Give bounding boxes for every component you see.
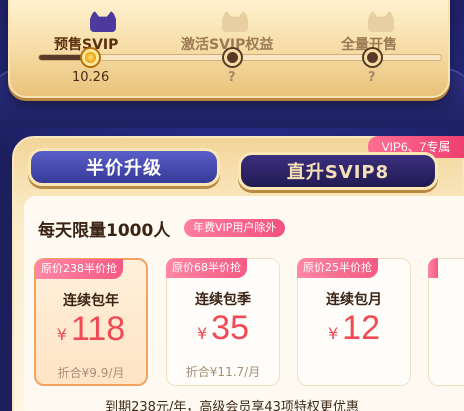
- price-value: 35: [211, 309, 249, 347]
- step-date-unknown: ?: [228, 70, 236, 85]
- plan-name: 连续包年: [63, 293, 119, 309]
- monthly-equivalent: 折合¥11.7/月: [185, 365, 261, 379]
- progress-node: [224, 49, 241, 66]
- currency-symbol: ¥: [327, 324, 339, 343]
- plan-name: 连续包季: [195, 292, 251, 308]
- tab-half-price-upgrade[interactable]: 半价升级: [28, 148, 220, 186]
- plan-name: 连续包月: [326, 292, 382, 308]
- currency-symbol: ¥: [196, 324, 208, 343]
- monthly-equivalent: 折合¥9.9/月: [57, 366, 125, 380]
- cat-ears-icon: [222, 10, 248, 32]
- original-price-badge: [428, 258, 438, 278]
- presale-progress-card: 预售SVIP 激活SVIP权益 全量开售 10.26 ? ?: [8, 0, 450, 98]
- original-price-badge: 原价238半价抢: [35, 259, 123, 279]
- cat-ears-icon: [90, 10, 116, 32]
- cat-ears-icon: [368, 10, 394, 32]
- plan-card-next[interactable]: [428, 258, 464, 386]
- original-price-badge: 原价25半价抢: [297, 258, 378, 278]
- step-date: 10.26: [72, 70, 110, 85]
- plan-price: ¥35: [167, 309, 279, 348]
- annual-vip-excluded-badge: 年费VIP用户除外: [184, 219, 286, 237]
- renewal-note: 到期238元/年，高级会员享43项特权更优惠: [105, 400, 359, 411]
- plan-card-quarterly[interactable]: 原价68半价抢 连续包季 ¥35 折合¥11.7/月: [166, 258, 280, 386]
- step-date-unknown: ?: [368, 70, 376, 85]
- original-price-badge: 原价68半价抢: [166, 258, 247, 278]
- price-value: 12: [342, 309, 380, 347]
- plan-price: ¥118: [36, 310, 146, 349]
- daily-limit-title: 每天限量1000人: [38, 221, 171, 241]
- plan-card-yearly[interactable]: 原价238半价抢 连续包年 ¥118 折合¥9.9/月: [34, 258, 148, 386]
- tab-direct-svip8[interactable]: 直升SVIP8: [238, 152, 438, 190]
- progress-node-active: [82, 49, 99, 66]
- price-value: 118: [70, 310, 126, 348]
- currency-symbol: ¥: [56, 325, 67, 344]
- progress-node: [364, 49, 381, 66]
- plan-card-monthly[interactable]: 原价25半价抢 连续包月 ¥12: [297, 258, 411, 386]
- plan-price: ¥12: [298, 309, 410, 348]
